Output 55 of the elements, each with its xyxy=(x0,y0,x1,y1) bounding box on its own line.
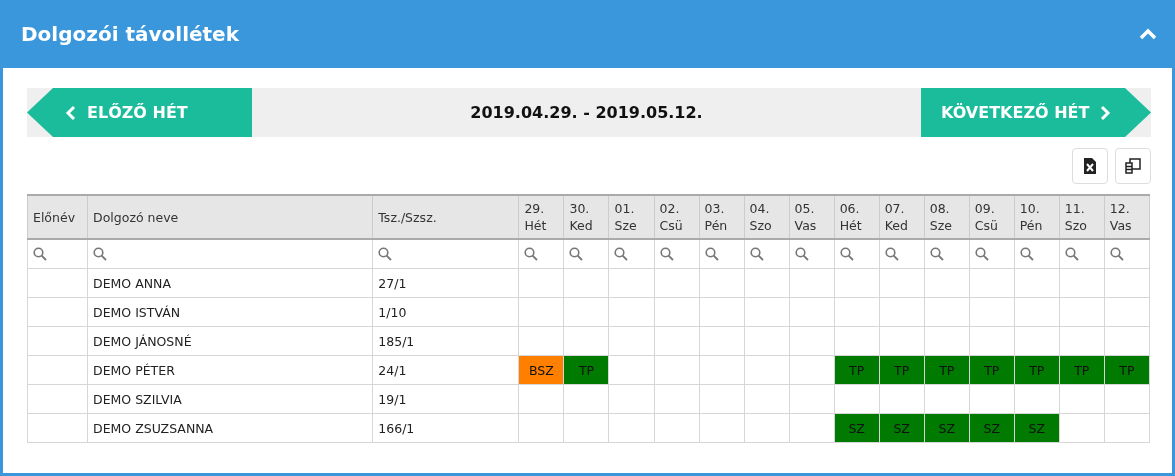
column-header[interactable]: 04. Szo xyxy=(744,195,790,239)
search-icon[interactable] xyxy=(1019,247,1034,261)
table-cell: DEMO ZSUZSANNA xyxy=(87,413,373,443)
columns-icon xyxy=(1124,157,1142,175)
column-header[interactable]: Dolgozó neve xyxy=(87,195,373,239)
table-cell: 24/1 xyxy=(372,355,519,385)
column-header[interactable]: 03. Pén xyxy=(699,195,745,239)
column-header[interactable]: 11. Szo xyxy=(1059,195,1105,239)
collapse-icon[interactable] xyxy=(1138,27,1158,41)
search-icon[interactable] xyxy=(794,247,809,261)
column-header[interactable]: 10. Pén xyxy=(1014,195,1060,239)
table-cell: DEMO SZILVIA xyxy=(87,384,373,414)
search-icon[interactable] xyxy=(659,247,674,261)
table-cell: 1/10 xyxy=(372,297,519,327)
table-cell: DEMO ANNA xyxy=(87,268,373,298)
column-header[interactable]: 01. Sze xyxy=(609,195,654,239)
search-icon[interactable] xyxy=(569,247,584,261)
search-icon[interactable] xyxy=(704,247,719,261)
search-icon[interactable] xyxy=(884,247,899,261)
column-header[interactable]: 05. Vas xyxy=(789,195,835,239)
column-header[interactable]: 08. Sze xyxy=(924,195,970,239)
search-icon[interactable] xyxy=(93,247,108,261)
date-range: 2019.04.29. - 2019.05.12. xyxy=(470,103,703,122)
table-cell: DEMO ISTVÁN xyxy=(87,297,373,327)
column-header[interactable]: 02. Csü xyxy=(654,195,700,239)
search-icon[interactable] xyxy=(974,247,989,261)
table-cell: 27/1 xyxy=(372,268,519,298)
column-header[interactable]: Előnév xyxy=(27,195,88,239)
search-icon[interactable] xyxy=(33,247,47,261)
chevron-right-icon xyxy=(1099,104,1112,121)
chevron-left-icon xyxy=(65,104,77,121)
column-header[interactable]: 09. Csü xyxy=(969,195,1015,239)
search-icon[interactable] xyxy=(749,247,764,261)
search-icon[interactable] xyxy=(378,247,393,261)
column-header[interactable]: Tsz./Szsz. xyxy=(372,195,519,239)
panel-title: Dolgozói távollétek xyxy=(21,22,239,46)
excel-file-icon xyxy=(1083,157,1097,175)
search-icon[interactable] xyxy=(929,247,944,261)
column-header[interactable]: 06. Hét xyxy=(834,195,880,239)
table-cell: 166/1 xyxy=(372,413,519,443)
column-header[interactable]: 07. Ked xyxy=(879,195,925,239)
table-cell: DEMO JÁNOSNÉ xyxy=(87,326,373,356)
column-header[interactable]: 29. Hét xyxy=(518,195,564,239)
column-header[interactable]: 30. Ked xyxy=(563,195,609,239)
search-icon[interactable] xyxy=(839,247,854,261)
search-icon[interactable] xyxy=(1064,247,1079,261)
table-cell: 19/1 xyxy=(372,384,519,414)
table-cell: DEMO PÉTER xyxy=(87,355,373,385)
excel-export-button[interactable] xyxy=(1072,148,1108,184)
column-header[interactable]: 12. Vas xyxy=(1104,195,1150,239)
search-icon[interactable] xyxy=(524,247,539,261)
search-icon[interactable] xyxy=(1109,247,1124,261)
columns-button[interactable] xyxy=(1115,148,1151,184)
table-cell: 185/1 xyxy=(372,326,519,356)
search-icon[interactable] xyxy=(614,247,629,261)
